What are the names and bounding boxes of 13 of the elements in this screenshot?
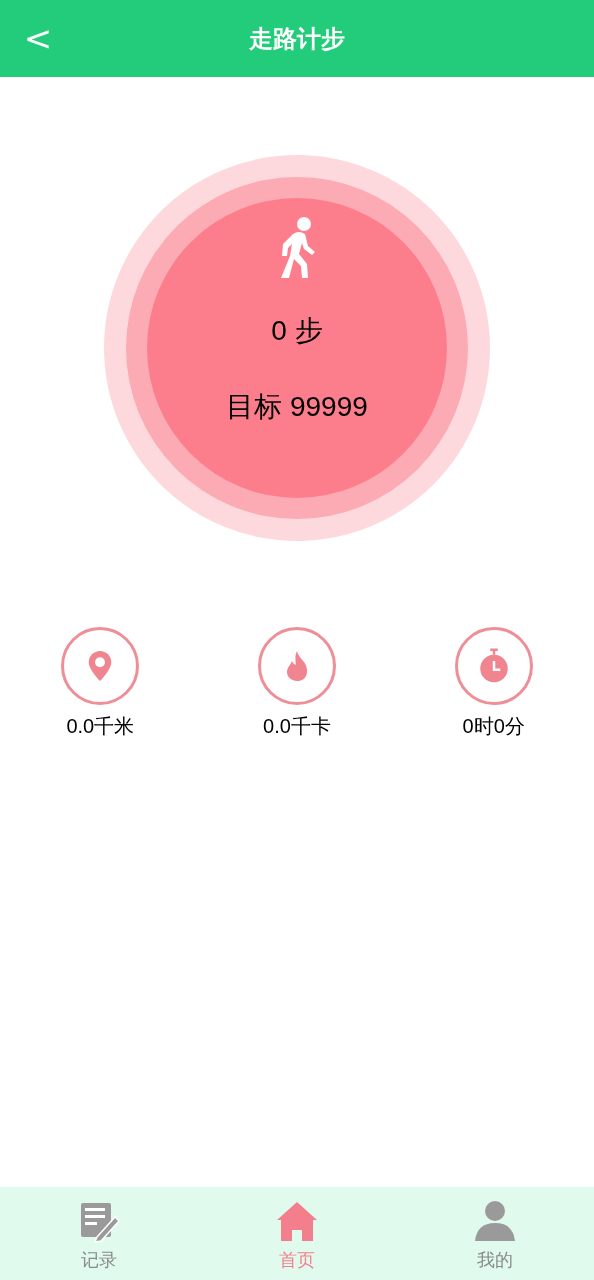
step-goal: 目标 99999 [226, 390, 368, 424]
person-icon [473, 1199, 517, 1243]
back-button[interactable]: < [24, 18, 52, 58]
house-icon [275, 1199, 319, 1243]
stat-value: 0.0千卡 [263, 714, 331, 739]
stopwatch-icon [478, 648, 509, 684]
page-title: 走路计步 [249, 23, 345, 54]
step-count: 0 步 [271, 314, 323, 348]
stat-value: 0时0分 [462, 714, 525, 739]
stat-value: 0.0千米 [66, 714, 135, 739]
nav-tab[interactable]: 记录 [0, 1187, 198, 1280]
nav-tab[interactable]: 首页 [198, 1187, 396, 1280]
nav-tab[interactable]: 我的 [396, 1187, 594, 1280]
